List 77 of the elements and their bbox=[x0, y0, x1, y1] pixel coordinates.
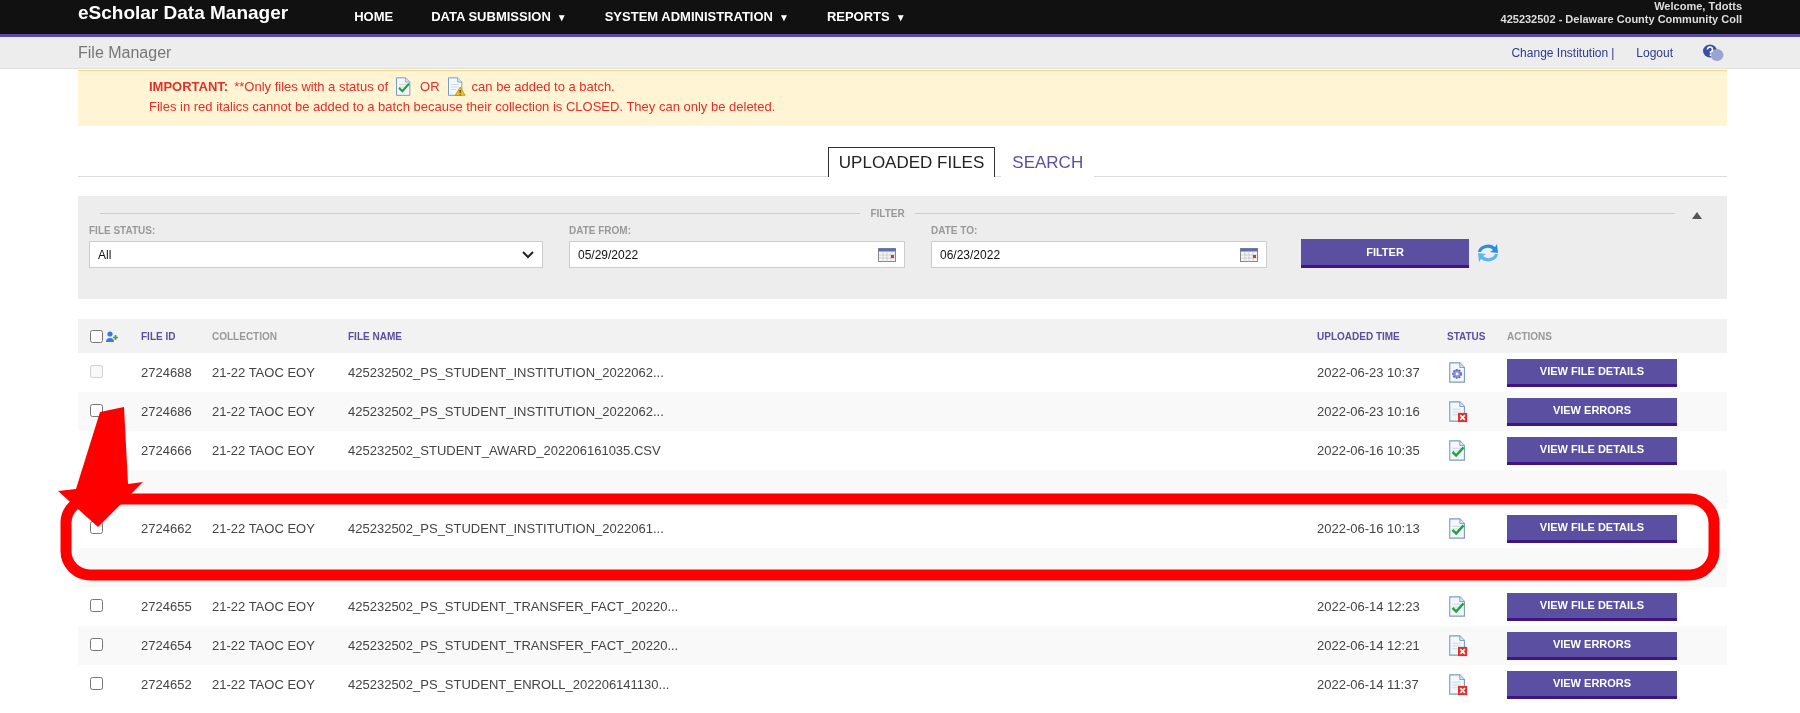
uploaded-time: 2022-06-14 11:37 bbox=[1317, 677, 1419, 692]
collection-name: 21-22 TAOC EOY bbox=[212, 365, 315, 380]
file-name: 425232502_PS_STUDENT_INSTITUTION_2022062... bbox=[348, 365, 664, 380]
file-id: 2724688 bbox=[141, 365, 192, 380]
nav-menu-item[interactable]: SYSTEM ADMINISTRATION ▼ bbox=[604, 9, 789, 24]
logout-link[interactable]: Logout bbox=[1636, 45, 1673, 60]
view-errors-button[interactable]: VIEW ERRORS bbox=[1507, 397, 1677, 426]
row-checkbox[interactable] bbox=[90, 598, 103, 612]
select-all-checkbox[interactable] bbox=[90, 329, 103, 343]
column-header: ACTIONS bbox=[1507, 330, 1552, 342]
status-dropdown[interactable]: All bbox=[89, 241, 543, 268]
uploaded-time: 2022-06-16 10:13 bbox=[1317, 521, 1420, 536]
file-id: 2724662 bbox=[141, 521, 192, 536]
notice-note: Files in red italics cannot be added to a batch because their collection is CLOSED. They can only be deleted. bbox=[149, 98, 777, 116]
field-label: DATE FROM: bbox=[569, 225, 633, 236]
collection-name: 21-22 TAOC EOY bbox=[212, 677, 315, 692]
collection-name: 21-22 TAOC EOY bbox=[212, 521, 315, 536]
error-document-icon bbox=[1447, 673, 1469, 696]
nav-menu-item[interactable]: HOME bbox=[354, 9, 394, 24]
date-field[interactable]: 06/23/2022 bbox=[931, 241, 1267, 268]
row-checkbox[interactable] bbox=[90, 520, 103, 534]
app-title: eScholar Data Manager bbox=[78, 2, 289, 24]
change-institution-link[interactable]: Change Institution bbox=[1511, 45, 1609, 60]
nav-menu-item[interactable]: DATA SUBMISSION ▼ bbox=[431, 9, 567, 24]
uploaded-time: 2022-06-14 12:21 bbox=[1317, 638, 1420, 653]
view-errors-button[interactable]: VIEW ERRORS bbox=[1507, 670, 1677, 699]
view-details-button[interactable]: VIEW FILE DETAILS bbox=[1507, 514, 1677, 543]
uploaded-time: 2022-06-14 12:23 bbox=[1317, 599, 1420, 614]
file-name: 425232502_PS_STUDENT_TRANSFER_FACT_20220... bbox=[348, 638, 679, 653]
person-add-icon[interactable] bbox=[105, 329, 118, 343]
filter-button[interactable]: FILTER bbox=[1301, 239, 1469, 268]
link-separator: | bbox=[1611, 45, 1615, 60]
file-id: 2724655 bbox=[141, 599, 192, 614]
column-header[interactable]: FILE ID bbox=[141, 330, 176, 342]
file-name: 425232502_PS_STUDENT_TRANSFER_FACT_20220... bbox=[348, 599, 679, 614]
file-id: 2724666 bbox=[141, 443, 192, 458]
collection-name: 21-22 TAOC EOY bbox=[212, 599, 315, 614]
row-checkbox[interactable] bbox=[90, 637, 103, 651]
help-icon[interactable] bbox=[1701, 42, 1725, 63]
file-id: 2724686 bbox=[141, 404, 192, 419]
file-name: 425232502_PS_STUDENT_ENROLL_202206141130... bbox=[348, 677, 670, 692]
nav-menu-item[interactable]: REPORTS ▼ bbox=[826, 9, 906, 24]
field-label: DATE TO: bbox=[931, 225, 979, 236]
column-header[interactable]: FILE NAME bbox=[348, 330, 402, 342]
uploaded-time: 2022-06-23 10:16 bbox=[1317, 404, 1420, 419]
filter-legend: FILTER bbox=[870, 208, 905, 219]
page-title: File Manager bbox=[78, 43, 172, 62]
welcome-text: Welcome, Tdotts bbox=[1653, 0, 1742, 13]
field-label: FILE STATUS: bbox=[89, 225, 157, 236]
file-id: 2724652 bbox=[141, 677, 192, 692]
file-name: 425232502_STUDENT_AWARD_202206161035.CSV bbox=[348, 443, 661, 458]
view-details-button[interactable]: VIEW FILE DETAILS bbox=[1507, 436, 1677, 465]
notice-text: **Only files with a status of bbox=[234, 78, 389, 96]
institution-name: 425232502 - Delaware County Community Coll bbox=[1500, 13, 1742, 26]
file-name: 425232502_PS_STUDENT_INSTITUTION_2022062... bbox=[348, 404, 664, 419]
warning-document-icon bbox=[445, 77, 466, 97]
collapse-icon[interactable] bbox=[1692, 212, 1702, 219]
date-field[interactable]: 05/29/2022 bbox=[569, 241, 905, 268]
collection-name: 21-22 TAOC EOY bbox=[212, 443, 315, 458]
row-checkbox[interactable] bbox=[90, 403, 103, 417]
file-id: 2724654 bbox=[141, 638, 192, 653]
column-header: COLLECTION bbox=[212, 330, 277, 342]
uploaded-time: 2022-06-16 10:35 bbox=[1317, 443, 1420, 458]
view-details-button[interactable]: VIEW FILE DETAILS bbox=[1507, 592, 1677, 621]
notice-text: OR bbox=[420, 78, 440, 96]
uploaded-time: 2022-06-23 10:37 bbox=[1317, 365, 1420, 380]
file-name: 425232502_PS_STUDENT_INSTITUTION_2022061... bbox=[348, 521, 664, 536]
chevron-down-icon bbox=[522, 250, 534, 259]
notice-text: can be added to a batch. bbox=[471, 78, 615, 96]
collection-name: 21-22 TAOC EOY bbox=[212, 638, 315, 653]
tab[interactable]: UPLOADED FILES bbox=[827, 147, 996, 177]
view-errors-button[interactable]: VIEW ERRORS bbox=[1507, 631, 1677, 660]
row-checkbox[interactable] bbox=[90, 676, 103, 690]
calendar-icon[interactable] bbox=[1240, 247, 1258, 262]
important-label: IMPORTANT: bbox=[149, 78, 229, 96]
collection-name: 21-22 TAOC EOY bbox=[212, 404, 315, 419]
calendar-icon[interactable] bbox=[878, 247, 896, 262]
